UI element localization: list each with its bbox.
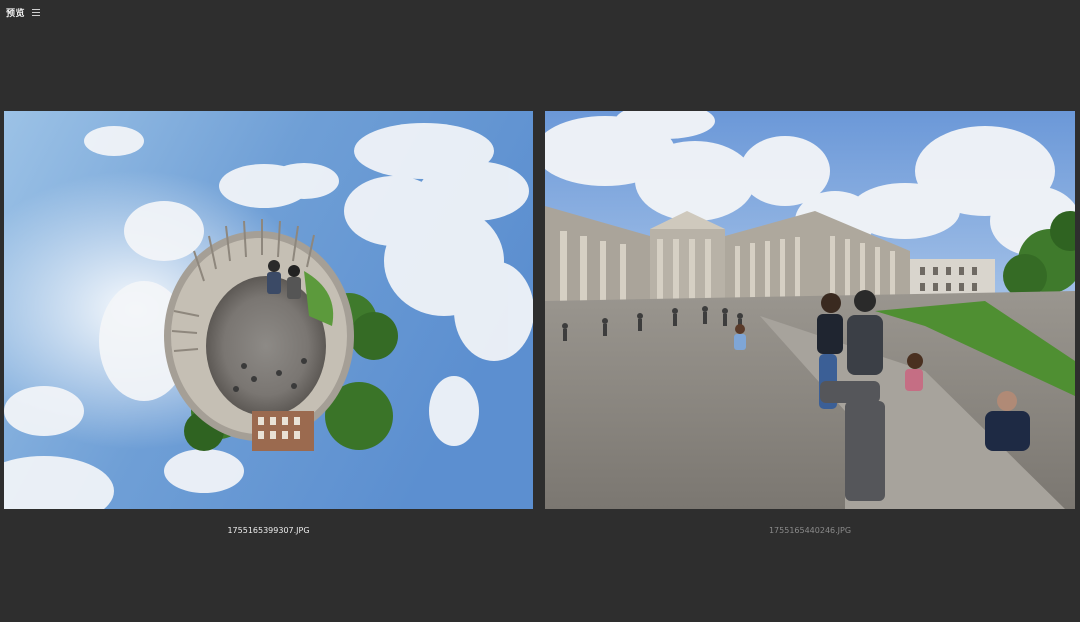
image-filename-label: 1755165440246.JPG (768, 526, 852, 535)
image-thumbnail-tiny-planet[interactable] (4, 111, 533, 509)
tiny-planet-photo (4, 111, 533, 509)
top-bar: 预览 (0, 0, 1080, 24)
hamburger-menu-icon[interactable] (31, 7, 41, 17)
preview-window: 预览 1755165399307.JPG 1755165440246.JPG (0, 0, 1080, 622)
image-filename-label: 1755165399307.JPG (227, 526, 310, 535)
image-thumbnail-museum-photo[interactable] (545, 111, 1075, 509)
app-title: 预览 (6, 8, 26, 19)
museum-wide-photo (545, 111, 1075, 509)
